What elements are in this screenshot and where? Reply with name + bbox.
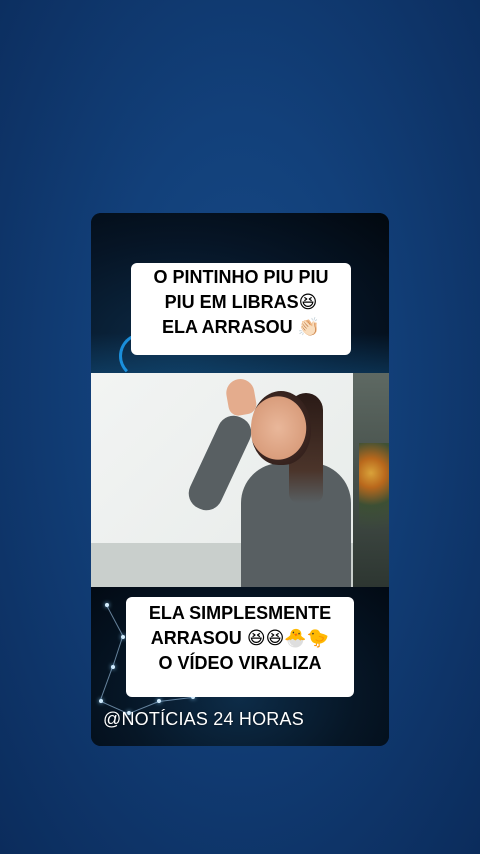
channel-handle: @NOTÍCIAS 24 HORAS	[103, 709, 304, 729]
constellation-link	[106, 605, 123, 636]
laughing-chicks-emoji-icon: 😆😆🐣🐤	[246, 628, 330, 649]
presenter-head	[251, 391, 311, 465]
clapping-hands-emoji-icon: 👏🏻	[297, 317, 321, 338]
top-caption-line-1: O PINTINHO PIU PIU	[153, 267, 329, 287]
top-caption-line-3: ELA ARRASOU 👏🏻	[161, 317, 321, 338]
bottom-caption-line-2: ARRASOU 😆😆🐣🐤	[150, 628, 330, 649]
flower-plant	[359, 443, 389, 543]
top-caption: O PINTINHO PIU PIU PIU EM LIBRAS😆 ELA AR…	[131, 263, 351, 355]
bottom-caption: ELA SIMPLESMENTE ARRASOU 😆😆🐣🐤 O VÍDEO VI…	[126, 597, 354, 697]
constellation-link	[112, 636, 123, 668]
top-caption-line-2: PIU EM LIBRAS😆	[164, 292, 318, 313]
constellation-link	[159, 696, 193, 702]
video-post-card[interactable]: O PINTINHO PIU PIU PIU EM LIBRAS😆 ELA AR…	[91, 213, 389, 746]
bottom-caption-line-1: ELA SIMPLESMENTE	[148, 603, 332, 623]
video-frame[interactable]	[91, 373, 389, 587]
top-banner: O PINTINHO PIU PIU PIU EM LIBRAS😆 ELA AR…	[91, 213, 389, 379]
laughing-emoji-icon: 😆	[298, 292, 318, 313]
bottom-caption-line-3: O VÍDEO VIRALIZA	[158, 653, 322, 673]
constellation-link	[99, 666, 113, 701]
